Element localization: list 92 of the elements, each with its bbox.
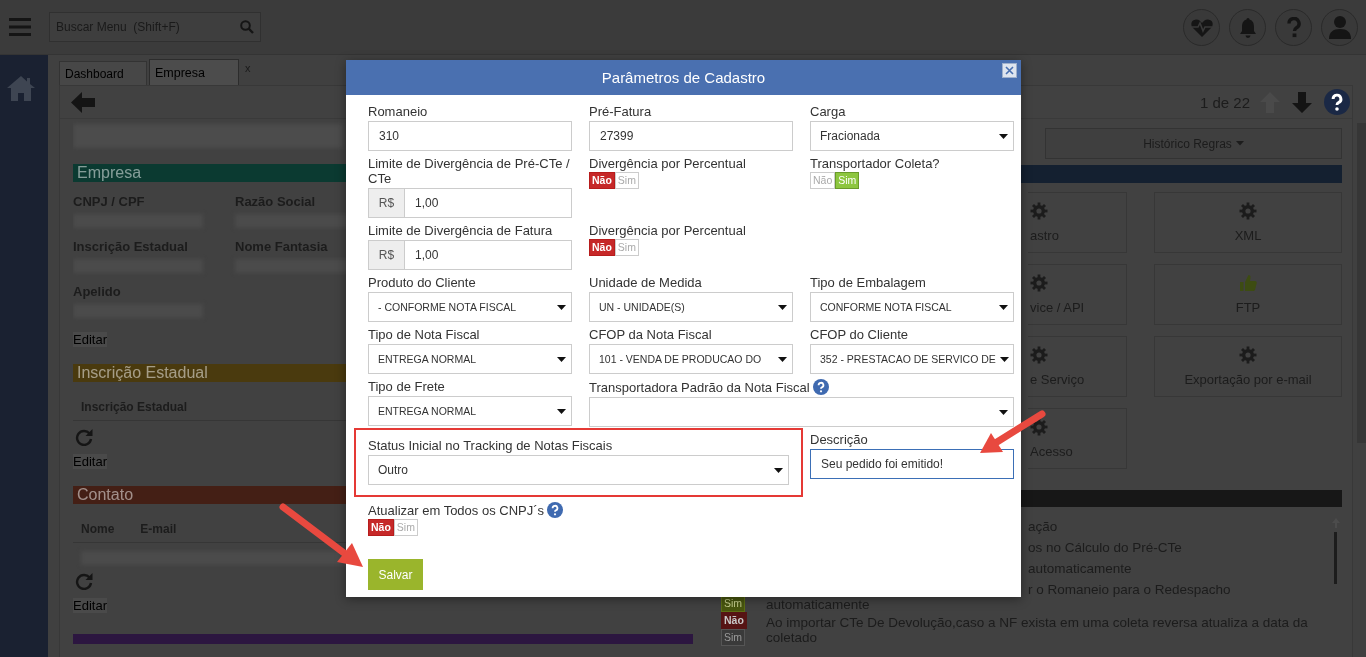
gear-icon [1030, 274, 1048, 292]
text-field[interactable]: 27399 [589, 121, 793, 151]
currency-addon: R$ [368, 188, 404, 218]
menu-icon[interactable] [9, 18, 31, 36]
dropdown[interactable]: 352 - PRESTACAO DE SERVICO DE [810, 344, 1014, 374]
toggle-option[interactable]: Não [368, 519, 394, 536]
refresh-icon[interactable] [75, 572, 93, 590]
refresh-icon[interactable] [75, 428, 93, 446]
gear-icon [1239, 202, 1257, 220]
toggle-option[interactable]: Não [589, 239, 615, 256]
caret-icon [999, 133, 1008, 139]
user-silhouette-icon [1327, 15, 1352, 39]
toggle-option[interactable]: Sim [614, 239, 639, 256]
tab-label[interactable]: Empresa [155, 65, 206, 80]
caret-icon [1235, 141, 1244, 146]
modal-title: Parâmetros de Cadastro [601, 69, 766, 86]
thumbs-up-icon [1239, 274, 1257, 292]
caret-icon [774, 467, 783, 473]
dropdown[interactable]: ENTREGA NORMAL [368, 344, 572, 374]
field-label: Tipo de Embalagem [810, 275, 926, 290]
field-label: Carga [810, 104, 846, 119]
help-icon[interactable] [1324, 89, 1350, 115]
search-icon [240, 20, 254, 34]
field-label: Unidade de Medida [589, 275, 702, 290]
field-label: Tipo de Nota Fiscal [368, 327, 480, 342]
field-label: Status Inicial no Tracking de Notas Fiscais [368, 438, 613, 453]
gear-icon [1239, 346, 1257, 364]
dropdown[interactable]: CONFORME NOTA FISCAL [810, 292, 1014, 322]
text-field[interactable]: Seu pedido foi emitido! [810, 449, 1014, 479]
toggle-option[interactable]: Sim [614, 172, 639, 189]
dropdown[interactable]: 101 - VENDA DE PRODUCAO DO [589, 344, 793, 374]
health-button[interactable] [1183, 8, 1220, 46]
close-button[interactable] [1002, 63, 1017, 78]
gear-icon [1030, 418, 1048, 436]
field-label: Limite de Divergência de Fatura [368, 223, 553, 238]
field-label: Pré-Fatura [589, 104, 652, 119]
caret-icon [999, 409, 1008, 415]
gear-icon [1030, 346, 1048, 364]
dropdown[interactable]: - CONFORME NOTA FISCAL [368, 292, 572, 322]
save-button[interactable]: Salvar [368, 559, 423, 590]
notifications-button[interactable] [1229, 8, 1266, 46]
currency-addon: R$ [368, 240, 404, 270]
caret-icon [557, 304, 566, 310]
field-label: Transportador Coleta? [810, 156, 940, 171]
edit-link[interactable]: Editar [73, 598, 107, 613]
field-label: Divergência por Percentual [589, 223, 746, 238]
toggle-option[interactable]: Não [721, 612, 747, 629]
toggle-option[interactable]: Sim [721, 629, 746, 646]
caret-icon [999, 304, 1008, 310]
bell-icon [1238, 16, 1257, 38]
tab[interactable]: Dashboard [59, 61, 147, 85]
section-title: Empresa [77, 164, 142, 181]
field-label: Atualizar em Todos os CNPJ´s [368, 502, 545, 518]
question-icon [1285, 16, 1302, 38]
edit-link[interactable]: Editar [73, 332, 107, 347]
caret-icon [557, 356, 566, 362]
dropdown[interactable]: Fracionada [810, 121, 1014, 151]
user-button[interactable] [1321, 8, 1358, 46]
text-field[interactable]: 1,00 [404, 240, 572, 270]
section-title: Inscrição Estadual [77, 364, 208, 381]
field-label: Transportadora Padrão da Nota Fiscal [589, 379, 810, 395]
toggle-option[interactable]: Sim [393, 519, 418, 536]
back-arrow-icon[interactable] [71, 91, 95, 113]
text-field[interactable]: 1,00 [404, 188, 572, 218]
close-icon [1005, 66, 1014, 75]
field-label: Produto do Cliente [368, 275, 476, 290]
text-field[interactable]: 310 [368, 121, 572, 151]
down-arrow-icon[interactable] [1292, 91, 1312, 113]
dropdown[interactable] [589, 397, 1014, 427]
toggle-option[interactable]: Não [589, 172, 615, 189]
caret-icon [778, 356, 787, 362]
field-label: Limite de Divergência de Pré-CTe / CTe [368, 156, 571, 186]
field-label: Divergência por Percentual [589, 156, 746, 171]
toggle-option[interactable]: Sim [835, 172, 860, 189]
field-label: Tipo de Frete [368, 379, 445, 394]
toggle-option[interactable]: Não [810, 172, 836, 189]
section-title: Contato [77, 486, 134, 503]
home-icon[interactable] [6, 75, 36, 102]
field-label: Descrição [810, 432, 868, 447]
tab-label[interactable]: Dashboard [65, 66, 124, 81]
edit-link[interactable]: Editar [73, 454, 107, 469]
caret-icon [557, 408, 566, 414]
field-label: Romaneio [368, 104, 428, 119]
help-button[interactable] [1275, 8, 1312, 46]
dropdown[interactable]: ENTREGA NORMAL [368, 396, 572, 426]
dropdown[interactable]: Outro [368, 455, 789, 485]
dropdown[interactable]: UN - UNIDADE(S) [589, 292, 793, 322]
caret-icon [999, 356, 1009, 362]
caret-icon [778, 304, 787, 310]
gear-icon [1030, 202, 1048, 220]
field-label: CFOP da Nota Fiscal [589, 327, 712, 342]
field-label: CFOP do Cliente [810, 327, 909, 342]
